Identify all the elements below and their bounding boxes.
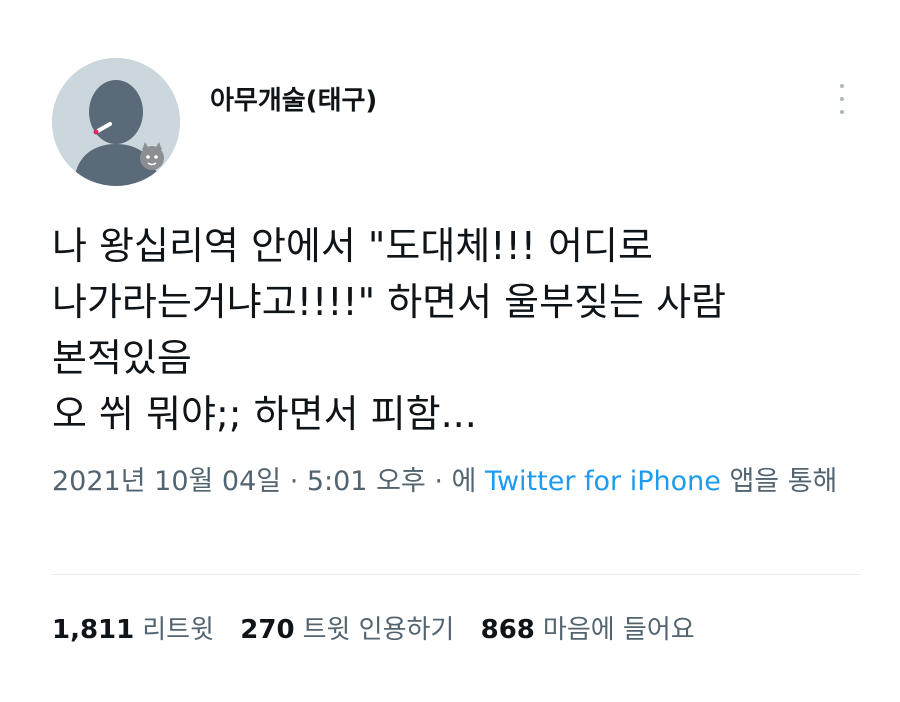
quote-tweets-stat[interactable]: 270 트윗 인용하기 (240, 610, 454, 650)
display-name[interactable]: 아무개술(태구) (210, 80, 377, 117)
retweets-label: 리트윗 (142, 615, 215, 645)
tweet-text-line: 나가라는거냐고!!!!" 하면서 울부짖는 사람 (52, 280, 727, 324)
tweet-text-line: 나 왕십리역 안에서 "도대체!!! 어디로 (52, 224, 653, 268)
quote-tweets-label: 트윗 인용하기 (302, 615, 455, 645)
likes-count: 868 (480, 615, 535, 645)
likes-stat[interactable]: 868 마음에 들어요 (481, 610, 695, 650)
tweet-meta: 2021년 10월 04일 · 5:01 오후 · 에 Twitter for … (52, 462, 872, 502)
tweet-stats: 1,811 리트윗 270 트윗 인용하기 868 마음에 들어요 (52, 610, 713, 650)
more-options-icon[interactable] (830, 84, 854, 114)
tweet-text-line: 오 쒸 뭐야;; 하면서 피함... (52, 392, 477, 436)
default-profile-avatar-icon (52, 58, 180, 186)
tweet-source-link[interactable]: Twitter for iPhone (485, 466, 721, 497)
retweets-count: 1,811 (52, 615, 135, 645)
quote-tweets-count: 270 (240, 615, 295, 645)
more-options-dot (840, 84, 844, 88)
tweet-timestamp[interactable]: 2021년 10월 04일 · 5:01 오후 · 에 (52, 466, 485, 497)
retweets-stat[interactable]: 1,811 리트윗 (52, 610, 214, 650)
more-options-dot (840, 97, 844, 101)
tweet-card: 아무개술(태구) 나 왕십리역 안에서 "도대체!!! 어디로 나가라는거냐고!… (0, 0, 900, 702)
tweet-source-suffix: 앱을 통해 (720, 466, 838, 497)
tweet-text: 나 왕십리역 안에서 "도대체!!! 어디로 나가라는거냐고!!!!" 하면서 … (52, 218, 882, 442)
divider (52, 574, 860, 575)
likes-label: 마음에 들어요 (542, 615, 695, 645)
tweet-text-line: 본적있음 (52, 336, 192, 380)
avatar[interactable] (52, 58, 180, 186)
more-options-dot (840, 110, 844, 114)
